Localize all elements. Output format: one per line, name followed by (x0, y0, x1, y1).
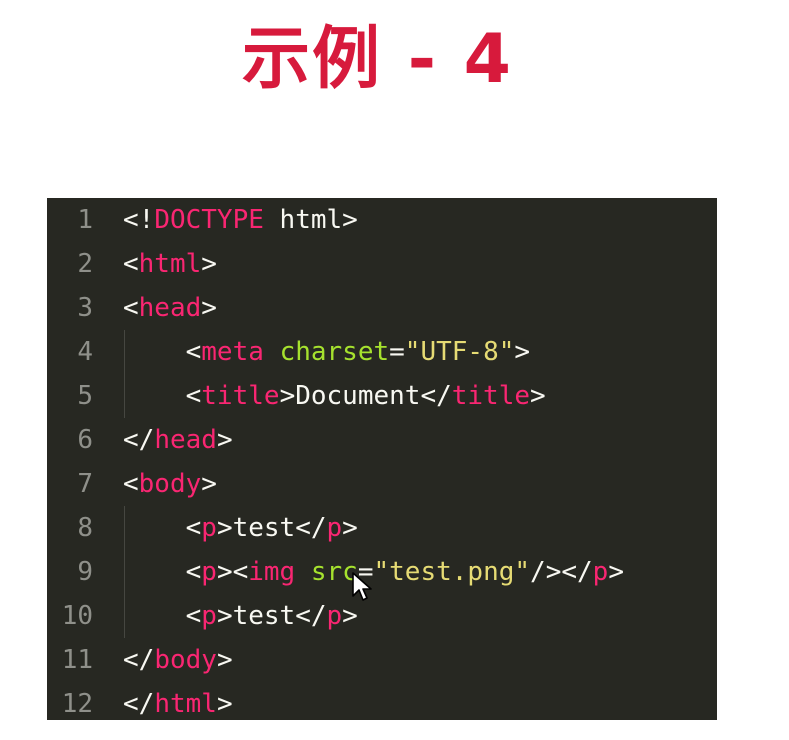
code-token-punct: </ (123, 425, 155, 455)
code-token-punct: > (216, 645, 233, 675)
line-number: 12 (61, 689, 93, 719)
code-token-punct: > (342, 513, 358, 543)
code-token-tag: p (201, 513, 217, 543)
code-token-tag: p (326, 513, 343, 543)
code-line[interactable]: <body> (123, 462, 217, 506)
mouse-pointer-icon (352, 572, 372, 601)
line-number: 6 (77, 425, 93, 455)
line-number: 2 (77, 249, 93, 279)
code-token-punct: < (185, 557, 202, 587)
code-token-text: >test</ (216, 513, 327, 543)
code-line[interactable]: </html> (123, 682, 233, 720)
code-editor[interactable]: 1 <!DOCTYPE html> 2 <html> 3 <head> 4 <meta ch… (47, 198, 717, 720)
code-line[interactable]: </head> (123, 418, 233, 462)
code-token-punct: >< (216, 557, 249, 587)
code-token-string: "UTF-8" (404, 337, 515, 367)
code-line[interactable]: <!DOCTYPE html> (123, 198, 358, 242)
code-token-tag: body (138, 469, 202, 499)
code-token-string: "test.png" (373, 557, 531, 587)
code-token-punct: </ (123, 689, 155, 719)
code-token-tag: head (154, 425, 217, 455)
line-number: 10 (61, 601, 93, 631)
code-token-punct: > (201, 249, 217, 279)
line-number: 4 (77, 337, 93, 367)
code-token-punct: <! (123, 205, 155, 235)
code-token-tag: html (138, 249, 202, 279)
code-token-punct: > (608, 557, 624, 587)
code-line[interactable]: <title>Document</title> (123, 374, 546, 418)
code-token-text: html> (263, 205, 358, 235)
code-token-text: >Document</ (279, 381, 452, 411)
code-token-tag: html (154, 689, 217, 719)
code-token-punct: /></ (530, 557, 593, 587)
code-line[interactable]: </body> (123, 638, 233, 682)
code-token-tag: img (248, 557, 296, 587)
code-line[interactable]: <p>test</p> (123, 506, 358, 550)
code-token-punct: = (389, 337, 405, 367)
code-token-punct: > (514, 337, 531, 367)
code-token-tag: p (592, 557, 609, 587)
code-token-tag: p (201, 601, 217, 631)
code-token-punct: > (201, 293, 217, 323)
code-token-punct: < (123, 293, 139, 323)
code-token-punct: < (185, 601, 202, 631)
code-token-tag: p (326, 601, 343, 631)
line-number: 7 (77, 469, 93, 499)
code-token-punct: < (123, 249, 139, 279)
line-number: 11 (61, 645, 93, 675)
code-line[interactable]: <meta charset="UTF-8"> (123, 330, 530, 374)
code-line[interactable]: <html> (123, 242, 217, 286)
code-token-tag: p (201, 557, 217, 587)
code-token-punct: < (185, 337, 202, 367)
code-token-punct: < (185, 381, 202, 411)
code-token-punct: > (530, 381, 546, 411)
code-token-tag: meta (201, 337, 264, 367)
line-number: 1 (77, 205, 93, 235)
code-token-punct: > (201, 469, 217, 499)
line-number: 5 (77, 381, 93, 411)
code-token-text: >test</ (216, 601, 327, 631)
code-token-tag: title (451, 381, 531, 411)
code-token-punct: > (342, 601, 358, 631)
code-token-attr: charset (279, 337, 390, 367)
code-token-punct: < (123, 469, 139, 499)
code-line[interactable]: <head> (123, 286, 217, 330)
code-token-punct: < (185, 513, 202, 543)
line-number: 8 (77, 513, 93, 543)
code-token-tag: title (201, 381, 280, 411)
code-token-punct: </ (123, 645, 155, 675)
slide-title: 示例 - 4 (242, 20, 513, 99)
code-token-tag: body (154, 645, 217, 675)
code-token-punct: > (216, 425, 233, 455)
line-number: 3 (77, 293, 93, 323)
code-token-tag: head (138, 293, 202, 323)
code-token-punct: > (216, 689, 233, 719)
code-token-tag: DOCTYPE (154, 205, 264, 235)
code-line[interactable]: <p>test</p> (123, 594, 358, 638)
line-number: 9 (77, 557, 93, 587)
code-line[interactable]: <p><img src="test.png"/></p> (123, 550, 624, 594)
